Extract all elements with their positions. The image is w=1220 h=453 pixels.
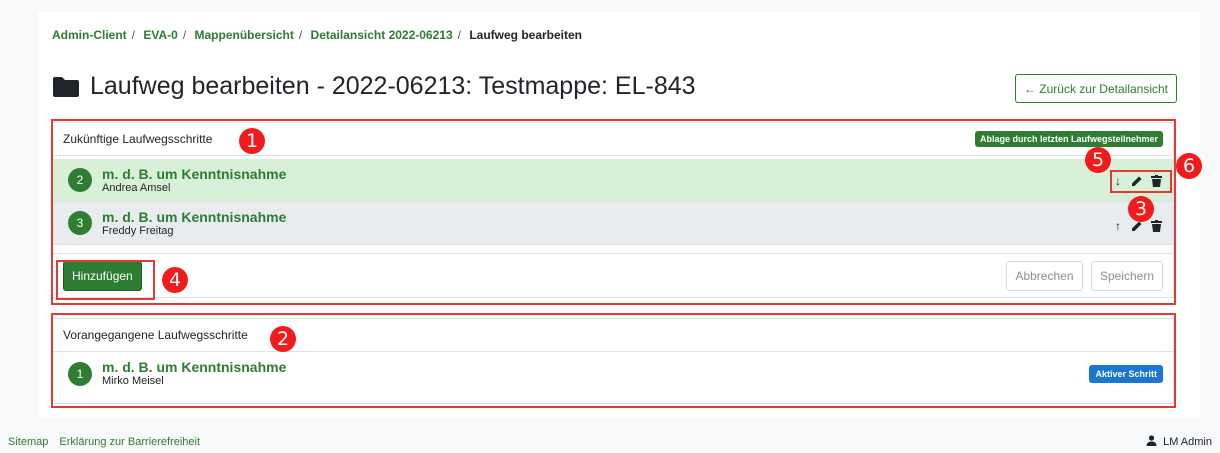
- step-row-2: 2 m. d. B. um Kenntnisnahme Andrea Amsel…: [53, 159, 1173, 202]
- delete-trash-icon[interactable]: [1149, 173, 1163, 189]
- annotation-marker-3: 3: [1128, 196, 1154, 222]
- back-button-label: ← Zurück zur Detailansicht: [1023, 81, 1168, 96]
- add-step-button[interactable]: Hinzufügen: [63, 260, 142, 291]
- step-title: m. d. B. um Kenntnisnahme: [102, 208, 287, 225]
- footer-link-accessibility[interactable]: Erklärung zur Barrierefreiheit: [59, 436, 200, 448]
- annotation-marker-4: 4: [162, 267, 188, 293]
- user-name: LM Admin: [1163, 435, 1212, 448]
- breadcrumb-admin-client[interactable]: Admin-Client: [52, 28, 127, 42]
- annotation-marker-5: 5: [1085, 147, 1111, 173]
- step-number: 2: [68, 168, 92, 192]
- user-icon: [1146, 434, 1157, 449]
- past-steps-card: Vorangegangene Laufwegsschritte 1 m. d. …: [52, 318, 1174, 404]
- step-row-1: 1 m. d. B. um Kenntnisnahme Mirko Meisel…: [53, 352, 1173, 395]
- step-participant: Mirko Meisel: [102, 375, 164, 387]
- breadcrumb-detailansicht[interactable]: Detailansicht 2022-06213: [311, 28, 453, 42]
- step-title: m. d. B. um Kenntnisnahme: [102, 359, 287, 375]
- step-participant: Freddy Freitag: [102, 224, 174, 237]
- step-title: m. d. B. um Kenntnisnahme: [102, 165, 287, 182]
- step-number: 3: [68, 211, 92, 235]
- annotation-marker-2: 2: [270, 326, 296, 352]
- move-up-icon[interactable]: ↑: [1111, 218, 1125, 234]
- footer-link-sitemap[interactable]: Sitemap: [8, 436, 48, 448]
- future-steps-header: Zukünftige Laufwegsschritte Ablage durch…: [53, 123, 1173, 156]
- move-down-icon[interactable]: ↓: [1111, 173, 1125, 189]
- final-archive-badge: Ablage durch letzten Laufwegsteilnehmer: [974, 131, 1163, 147]
- user-menu[interactable]: LM Admin: [1146, 434, 1212, 449]
- breadcrumb-eva[interactable]: EVA-0: [143, 28, 177, 42]
- annotation-marker-6: 6: [1176, 153, 1202, 179]
- past-steps-title: Vorangegangene Laufwegsschritte: [63, 328, 248, 342]
- folder-icon: [52, 76, 80, 98]
- active-step-badge: Aktiver Schritt: [1089, 365, 1163, 383]
- cancel-button[interactable]: Abbrechen: [1006, 260, 1083, 291]
- future-steps-title: Zukünftige Laufwegsschritte: [63, 132, 213, 146]
- footer: Sitemap Erklärung zur Barrierefreiheit L…: [0, 430, 1220, 453]
- page-title: Laufweg bearbeiten - 2022-06213: Testmap…: [90, 72, 696, 100]
- step-participant: Andrea Amsel: [102, 181, 171, 194]
- breadcrumb: Admin-Client / EVA-0/ Mappenübersicht / De…: [52, 28, 583, 42]
- future-steps-footer: Hinzufügen Abbrechen Speichern: [53, 253, 1173, 297]
- main-content: Admin-Client / EVA-0/ Mappenübersicht / De…: [38, 12, 1200, 418]
- breadcrumb-current: Laufweg bearbeiten: [469, 28, 583, 42]
- breadcrumb-mappenuebersicht[interactable]: Mappenübersicht: [195, 28, 294, 42]
- delete-trash-icon[interactable]: [1149, 218, 1163, 234]
- annotation-marker-1: 1: [239, 128, 265, 154]
- step-row-3: 3 m. d. B. um Kenntnisnahme Freddy Freit…: [53, 202, 1173, 245]
- save-button[interactable]: Speichern: [1090, 260, 1163, 291]
- edit-pencil-icon[interactable]: [1130, 173, 1144, 189]
- past-steps-header: Vorangegangene Laufwegsschritte: [53, 319, 1173, 352]
- future-steps-card: Zukünftige Laufwegsschritte Ablage durch…: [52, 122, 1174, 298]
- step-number: 1: [68, 361, 92, 386]
- back-to-detail-button[interactable]: ← Zurück zur Detailansicht: [1014, 74, 1177, 103]
- step-actions: ↓: [1111, 173, 1163, 189]
- page-header: Laufweg bearbeiten - 2022-06213: Testmap…: [52, 72, 696, 101]
